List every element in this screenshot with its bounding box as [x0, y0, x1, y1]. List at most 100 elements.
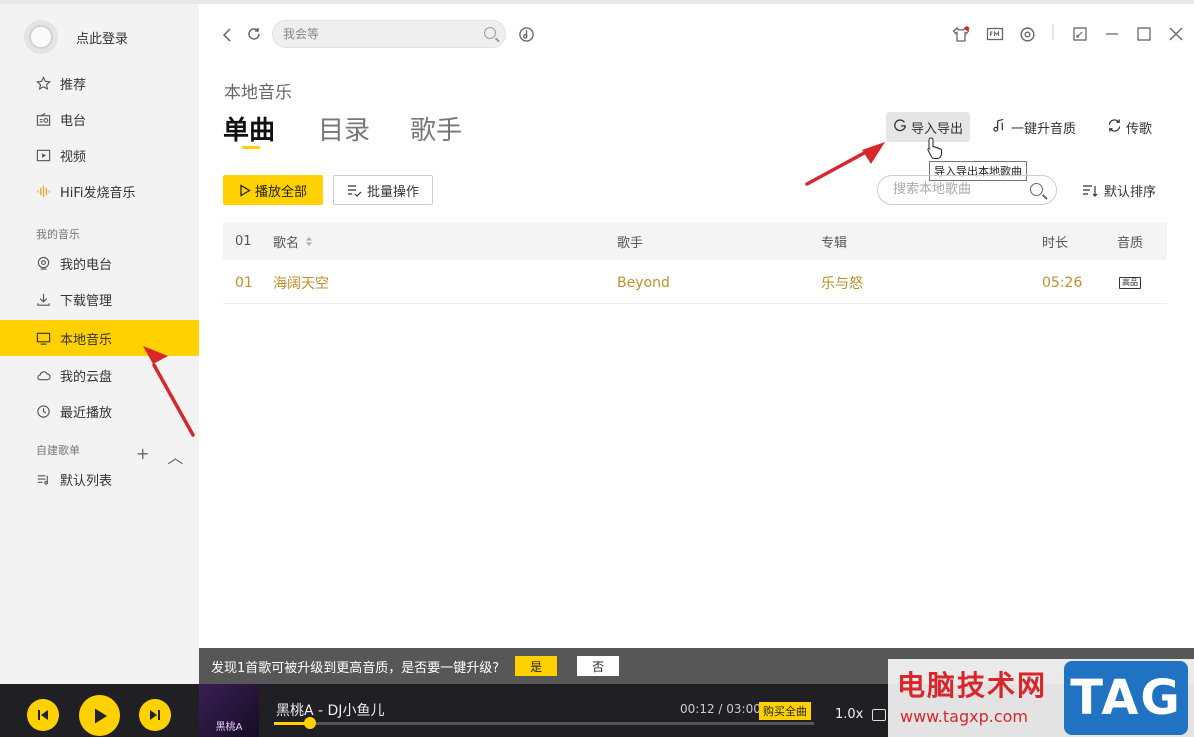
header-song-name-label: 歌名: [273, 235, 300, 251]
current-track[interactable]: 黑桃A - DJ小鱼儿: [276, 700, 384, 720]
sidebar-item-download[interactable]: 下载管理: [0, 281, 199, 317]
login-link[interactable]: 点此登录: [76, 28, 128, 47]
quality-badge: 高品: [1119, 276, 1141, 289]
avatar[interactable]: [24, 20, 58, 54]
settings-button[interactable]: [1019, 26, 1036, 47]
table-row[interactable]: 01 海阔天空 Beyond 乐与怒 05:26 高品: [223, 262, 1167, 304]
table-header: 01 歌名 歌手 专辑 时长 音质: [223, 222, 1167, 260]
tab-underline: [242, 146, 260, 149]
play-all-button[interactable]: 播放全部: [223, 175, 323, 205]
header-artist: 歌手: [617, 235, 644, 251]
sidebar-item-label: 推荐: [60, 77, 87, 93]
sidebar-item-label: 最近播放: [60, 405, 113, 421]
music-recognize-icon: [519, 27, 534, 42]
tab-artists[interactable]: 歌手: [410, 110, 462, 147]
album-cover[interactable]: 黑桃A: [199, 684, 259, 737]
red-arrow-import-export-icon: [805, 142, 885, 186]
play-icon: [94, 708, 107, 723]
sort-label: 默认排序: [1104, 185, 1157, 200]
mini-mode-button[interactable]: [1072, 26, 1088, 46]
sidebar-item-video[interactable]: 视频: [0, 137, 199, 173]
upgrade-no-button[interactable]: 否: [577, 656, 620, 676]
sort-button[interactable]: 默认排序: [1082, 181, 1156, 200]
sidebar-item-label: 默认列表: [60, 473, 113, 489]
progress-bar[interactable]: [274, 717, 814, 729]
playlists-section-title: 自建歌单: [36, 444, 80, 457]
video-icon: [35, 147, 51, 163]
refresh-icon: [248, 28, 260, 40]
sort-arrows-icon: [306, 236, 313, 246]
row-artist[interactable]: Beyond: [617, 262, 670, 303]
tab-directory[interactable]: 目录: [318, 110, 370, 147]
minimize-icon: [1106, 33, 1118, 35]
sidebar-item-recommend[interactable]: 推荐: [0, 65, 199, 101]
play-button[interactable]: [79, 695, 120, 736]
skin-button[interactable]: [952, 26, 970, 47]
header-quality: 音质: [1117, 235, 1144, 251]
music-note-icon: [992, 118, 1007, 137]
close-button[interactable]: [1168, 26, 1184, 46]
maximize-icon: [1137, 27, 1151, 41]
search-icon[interactable]: [484, 27, 496, 39]
row-duration: 05:26: [1042, 274, 1083, 291]
sidebar-item-radio[interactable]: 电台: [0, 101, 199, 137]
watermark-title: 电脑技术网: [897, 669, 1048, 702]
batch-operation-button[interactable]: 批量操作: [333, 175, 433, 205]
import-export-icon: [893, 118, 907, 136]
top-search-input[interactable]: 我会等: [272, 20, 506, 48]
transfer-songs-label: 传歌: [1126, 121, 1153, 137]
batch-operation-label: 批量操作: [366, 184, 419, 200]
listen-identify-button[interactable]: [518, 26, 535, 47]
page-subtitle: 本地音乐: [224, 83, 292, 103]
chevron-left-icon: [222, 28, 231, 42]
shirt-icon: [952, 26, 970, 42]
my-music-section-title: 我的音乐: [36, 228, 80, 241]
upgrade-yes-button[interactable]: 是: [515, 656, 558, 676]
playlist-queue-icon[interactable]: [872, 709, 886, 721]
row-album[interactable]: 乐与怒: [821, 262, 863, 303]
avatar-logo-icon: [29, 25, 53, 49]
sidebar-item-my-radio[interactable]: 我的电台: [0, 245, 199, 281]
radio-icon: [35, 111, 51, 127]
download-icon: [35, 291, 51, 307]
sync-icon: [1107, 118, 1122, 137]
local-music-icon: [35, 330, 51, 346]
header-song-name[interactable]: 歌名: [273, 222, 313, 260]
toolbar-divider: [1052, 22, 1054, 46]
fm-button[interactable]: [986, 26, 1004, 46]
row-song-name[interactable]: 海阔天空: [273, 262, 329, 303]
sidebar-item-default-playlist[interactable]: 默认列表: [0, 461, 199, 497]
import-export-label: 导入导出: [911, 121, 964, 137]
header-duration: 时长: [1042, 235, 1069, 251]
my-radio-icon: [35, 255, 51, 271]
next-button[interactable]: [139, 699, 171, 731]
divider-icon: [1052, 24, 1054, 40]
tab-songs[interactable]: 单曲: [223, 110, 275, 147]
sidebar-item-hifi[interactable]: HiFi发烧音乐: [0, 173, 199, 209]
local-search-input[interactable]: 搜索本地歌曲: [877, 175, 1057, 205]
buy-full-song-button[interactable]: 购买全曲: [759, 702, 811, 720]
login-area[interactable]: 点此登录: [24, 20, 128, 54]
close-icon: [1169, 27, 1183, 41]
clock-icon: [35, 403, 51, 419]
previous-button[interactable]: [27, 699, 59, 731]
progress-knob[interactable]: [304, 717, 317, 729]
checklist-icon: [347, 184, 362, 197]
minimize-button[interactable]: [1104, 26, 1120, 46]
sidebar-item-label: 我的电台: [60, 257, 113, 273]
sidebar-item-label: 本地音乐: [60, 332, 113, 348]
maximize-button[interactable]: [1136, 26, 1152, 46]
row-quality: 高品: [1119, 262, 1141, 303]
search-icon[interactable]: [1030, 183, 1043, 196]
local-search-placeholder: 搜索本地歌曲: [893, 182, 972, 197]
gear-icon: [1020, 27, 1035, 42]
back-button[interactable]: [221, 27, 233, 47]
sidebar-item-label: HiFi发烧音乐: [60, 185, 136, 201]
playback-speed[interactable]: 1.0x: [835, 707, 863, 722]
transfer-songs-button[interactable]: 传歌: [1100, 112, 1159, 142]
playlist-icon: [35, 471, 51, 487]
upgrade-quality-button[interactable]: 一键升音质: [985, 112, 1083, 142]
refresh-button[interactable]: [246, 26, 262, 46]
previous-icon: [38, 710, 48, 720]
upgrade-quality-label: 一键升音质: [1011, 121, 1077, 137]
